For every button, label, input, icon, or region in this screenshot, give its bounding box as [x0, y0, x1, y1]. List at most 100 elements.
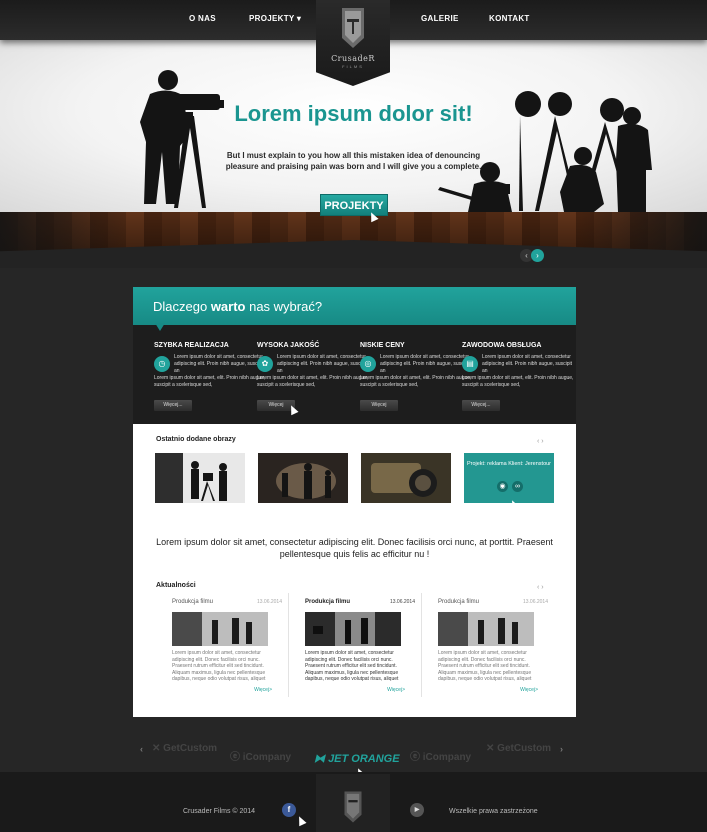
x-logo-icon: ✕	[486, 743, 498, 754]
projekty-button[interactable]: PROJEKTY	[320, 194, 388, 216]
nav-link-kontakt[interactable]: KONTAKT	[489, 14, 530, 23]
news-photo	[172, 612, 268, 646]
slider-next-icon[interactable]: ›	[531, 249, 544, 262]
feature-description-more: Lorem ipsum dolor sit amet, elit. Proin …	[257, 375, 369, 388]
partner-logo[interactable]: ✕ GetCustom	[486, 743, 551, 754]
nav-link-o-nas[interactable]: O NAS	[189, 14, 216, 23]
nav-link-projekty-label: PROJEKTY	[249, 14, 295, 23]
partner-name: GetCustom	[163, 743, 218, 754]
feature-description-more: Lorem ipsum dolor sit amet, elit. Proin …	[462, 375, 574, 388]
news-arrows[interactable]: ‹ ›	[537, 584, 544, 591]
news-more-link[interactable]: Więcej>	[520, 687, 538, 693]
crusader-helmet-icon	[344, 791, 362, 823]
link-icon[interactable]: ∞	[512, 481, 523, 492]
feature-title: NISKIE CENY	[360, 342, 405, 349]
partner-name: JET ORANGE	[328, 753, 400, 765]
header-notch	[155, 323, 165, 331]
feature-title: ZAWODOWA OBSŁUGA	[462, 342, 542, 349]
news-image[interactable]	[172, 612, 268, 646]
feature-zawodowa-obsluga: ZAWODOWA OBSŁUGA ▤ Lorem ipsum dolor sit…	[462, 342, 573, 411]
partners-next-icon[interactable]: ›	[560, 744, 563, 754]
partner-logo[interactable]: ⓔ iCompany	[410, 748, 471, 763]
eye-icon[interactable]: ◉	[497, 481, 508, 492]
footer-logo[interactable]	[316, 774, 390, 832]
news-category: Produkcja filmu	[438, 599, 480, 605]
news-more-link[interactable]: Więcej>	[254, 687, 272, 693]
logo-subtext: FILMS	[342, 64, 364, 69]
thumbnail-caption: Projekt: reklama Klient: Jerenstour	[466, 461, 552, 467]
quote-text: Lorem ipsum dolor sit amet, consectetur …	[156, 537, 553, 559]
news-excerpt: Lorem ipsum dolor sit amet, consectetur …	[305, 650, 399, 682]
why-us-title-post: nas wybrać?	[245, 299, 323, 314]
news-more-link[interactable]: Więcej>	[387, 687, 405, 693]
partner-logo[interactable]: ✕ GetCustom	[152, 743, 217, 754]
hero-title: Lorem ipsum dolor sit!	[234, 101, 473, 126]
news-divider	[288, 593, 289, 697]
partners-prev-icon[interactable]: ‹	[140, 744, 143, 754]
gallery-thumbnail[interactable]	[258, 453, 348, 503]
news-category: Produkcja filmu	[172, 599, 214, 605]
youtube-icon[interactable]: ▶	[410, 803, 424, 817]
feature-description-more: Lorem ipsum dolor sit amet, elit. Proin …	[360, 375, 472, 388]
partner-logo[interactable]: ⓔ iCompany	[230, 748, 291, 763]
gallery-image	[155, 453, 245, 503]
facebook-icon[interactable]: f	[282, 803, 296, 817]
news-date: 13.06.2014	[389, 599, 415, 605]
why-us-title-pre: Dlaczego	[153, 299, 211, 314]
partners-strip: ‹ ✕ GetCustom ⓔ iCompany ⧓ JET ORANGE ⓔ …	[0, 730, 707, 770]
feature-wysoka-jakosc: WYSOKA JAKOŚĆ ✿ Lorem ipsum dolor sit am…	[257, 342, 368, 411]
feature-description-more: Lorem ipsum dolor sit amet, elit. Proin …	[154, 375, 266, 388]
clock-icon: ◷	[154, 356, 170, 372]
x-logo-icon: ✕	[152, 743, 164, 754]
partner-name: iCompany	[242, 752, 292, 763]
news-category: Produkcja filmu	[305, 599, 351, 605]
feature-niskie-ceny: NISKIE CENY ◎ Lorem ipsum dolor sit amet…	[360, 342, 471, 411]
logo[interactable]: CrusadeR FILMS	[316, 0, 390, 86]
why-us-header: Dlaczego warto nas wybrać?	[133, 287, 576, 325]
news-image[interactable]	[438, 612, 534, 646]
news-item: Produkcja filmu 13.06.2014 Lorem ipsum d…	[305, 599, 415, 707]
hero-description: But I must explain to you how all this m…	[225, 151, 482, 171]
jet-logo-icon: ⧓	[314, 753, 329, 765]
slider-arrows: ‹ ›	[520, 249, 546, 262]
feature-szybka-realizacja: SZYBKA REALIZACJA ◷ Lorem ipsum dolor si…	[154, 342, 265, 411]
news-item: Produkcja filmu 13.06.2014 Lorem ipsum d…	[172, 599, 282, 707]
footer-rights: Wszelkie prawa zastrzeżone	[449, 808, 538, 815]
news-date: 13.06.2014	[256, 599, 282, 605]
news-excerpt: Lorem ipsum dolor sit amet, consectetur …	[172, 650, 266, 682]
news-item: Produkcja filmu 13.06.2014 Lorem ipsum d…	[438, 599, 548, 707]
logo-text: CrusadeR	[331, 54, 375, 63]
news-divider	[421, 593, 422, 697]
more-button[interactable]: Więcej...	[154, 400, 192, 411]
feature-description: Lorem ipsum dolor sit amet, consectetur …	[174, 354, 265, 374]
more-button[interactable]: Więcej	[360, 400, 398, 411]
gallery-image	[258, 453, 348, 503]
gallery-arrows[interactable]: ‹ ›	[537, 438, 544, 445]
gallery-image	[361, 453, 451, 503]
news-photo	[438, 612, 534, 646]
e-logo-icon: ⓔ	[230, 752, 243, 763]
partner-name: iCompany	[422, 752, 472, 763]
partner-name: GetCustom	[497, 743, 552, 754]
caret-down-icon: ▾	[294, 14, 302, 23]
why-us-title: Dlaczego warto nas wybrać?	[153, 299, 322, 314]
clapper-icon: ▤	[462, 356, 478, 372]
gallery-thumbnail[interactable]	[361, 453, 451, 503]
gallery-thumbnail[interactable]	[155, 453, 245, 503]
crusader-helmet-icon	[342, 8, 364, 48]
news-date: 13.06.2014	[522, 599, 548, 605]
more-button[interactable]: Więcej...	[462, 400, 500, 411]
nav-link-projekty[interactable]: PROJEKTY ▾	[249, 14, 301, 23]
coins-icon: ◎	[360, 356, 376, 372]
gallery-thumbnail-active[interactable]: Projekt: reklama Klient: Jerenstour ◉ ∞	[464, 453, 554, 503]
e-logo-icon: ⓔ	[410, 752, 423, 763]
news-excerpt: Lorem ipsum dolor sit amet, consectetur …	[438, 650, 532, 682]
nav-link-galerie[interactable]: GALERIE	[421, 14, 459, 23]
news-image[interactable]	[305, 612, 401, 646]
why-us-title-bold: warto	[210, 299, 246, 314]
footer-copyright: Crusader Films © 2014	[183, 808, 256, 815]
feature-description: Lorem ipsum dolor sit amet, consectetur …	[277, 354, 368, 374]
news-photo	[305, 612, 401, 646]
feature-title: WYSOKA JAKOŚĆ	[257, 342, 320, 349]
partner-logo-active[interactable]: ⧓ JET ORANGE	[314, 752, 400, 765]
